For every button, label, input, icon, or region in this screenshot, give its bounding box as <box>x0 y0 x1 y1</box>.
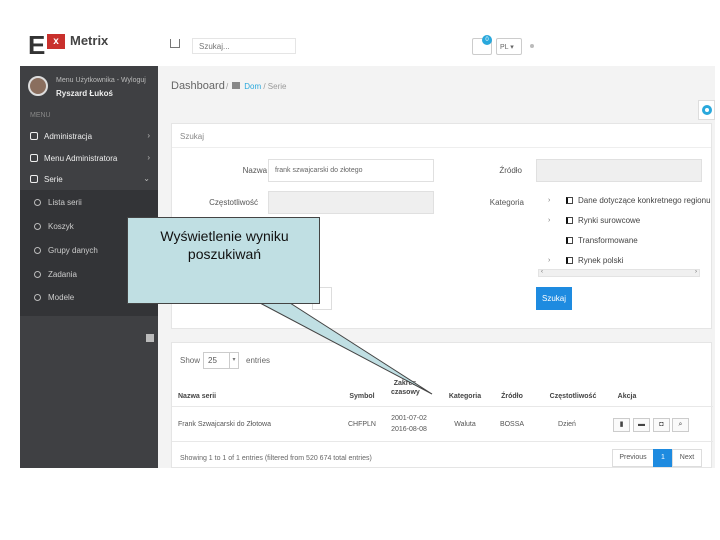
callout-text: Wyświetlenie wyniku poszukiwań <box>160 228 289 262</box>
callout-pointer <box>259 302 433 395</box>
callout-pointer-shape <box>259 302 433 395</box>
callout-box: Wyświetlenie wyniku poszukiwań <box>127 217 320 304</box>
